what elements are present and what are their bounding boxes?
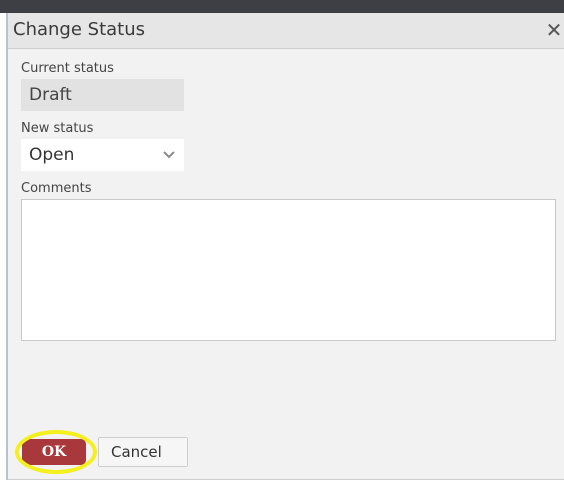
new-status-selected-value: Open: [29, 145, 75, 165]
new-status-select[interactable]: Open: [21, 139, 184, 171]
screen: Change Status ✕ Current status Draft New…: [0, 0, 564, 486]
ok-button[interactable]: OK: [22, 439, 86, 465]
close-icon[interactable]: ✕: [544, 18, 564, 42]
dialog-title: Change Status: [13, 19, 145, 40]
app-top-strip: [0, 0, 564, 13]
comments-label: Comments: [21, 181, 92, 196]
dialog-titlebar: Change Status ✕: [8, 13, 564, 49]
change-status-dialog: Change Status ✕ Current status Draft New…: [6, 13, 564, 480]
current-status-label: Current status: [21, 61, 114, 76]
chevron-down-icon: [163, 151, 175, 159]
dialog-bottom-border: [8, 479, 564, 480]
current-status-value: Draft: [21, 79, 184, 111]
comments-textarea[interactable]: [21, 199, 556, 341]
cancel-button[interactable]: Cancel: [98, 437, 188, 467]
new-status-label: New status: [21, 121, 94, 136]
